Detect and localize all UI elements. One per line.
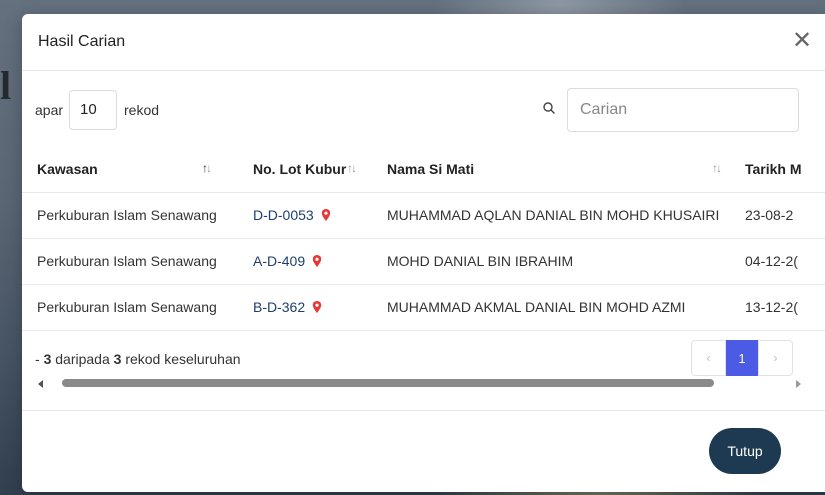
scroll-right-arrow-icon[interactable] [796,380,801,388]
search-results-modal: Hasil Carian ✕ apar 10 rekod Carian Kawa… [22,14,825,492]
cell-tarikh: 13-12-2( [742,284,825,331]
sort-icon: ↑↓ [712,161,722,175]
search-input[interactable]: Carian [567,88,799,132]
page-button-current[interactable]: 1 [726,340,758,376]
tutup-button[interactable]: Tutup [709,428,781,474]
scroll-left-arrow-icon[interactable] [38,380,43,388]
table-controls: apar 10 rekod Carian [22,87,825,133]
next-page-button[interactable]: › [758,340,793,376]
cell-lot[interactable]: B-D-362 [250,284,384,331]
page-length-input[interactable]: 10 [69,90,117,130]
scrollbar-thumb[interactable] [62,379,714,387]
table-row[interactable]: Perkuburan Islam Senawang B-D-362 MUHAMM… [22,284,825,331]
cell-tarikh: 04-12-2( [742,238,825,285]
horizontal-scrollbar[interactable] [35,377,805,389]
lot-number-link[interactable]: B-D-362 [253,299,305,315]
lot-number-link[interactable]: A-D-409 [253,253,305,269]
sort-icon: ↑↓ [202,161,212,175]
results-table: Kawasan ↑↓ No. Lot Kubur ↑↓ Nama Si Mati… [22,147,825,331]
cell-kawasan: Perkuburan Islam Senawang [22,192,250,239]
column-header-label: Tarikh M [745,161,802,178]
location-pin-icon[interactable] [321,209,331,221]
previous-page-button[interactable]: ‹ [691,340,726,376]
cell-lot[interactable]: D-D-0053 [250,192,384,239]
info-suffix: rekod keseluruhan [121,351,241,367]
cell-kawasan: Perkuburan Islam Senawang [22,238,250,285]
info-middle: daripada [51,351,114,367]
records-info: - 3 daripada 3 rekod keseluruhan [35,351,241,367]
cell-tarikh: 23-08-2 [742,192,825,239]
column-header-tarikh[interactable]: Tarikh M [742,147,825,193]
cell-nama: MUHAMMAD AKMAL DANIAL BIN MOHD AZMI [384,284,742,331]
cell-kawasan: Perkuburan Islam Senawang [22,284,250,331]
column-header-lot[interactable]: No. Lot Kubur ↑↓ [250,147,384,193]
cell-nama: MOHD DANIAL BIN IBRAHIM [384,238,742,285]
column-header-label: No. Lot Kubur [253,161,347,178]
cell-lot[interactable]: A-D-409 [250,238,384,285]
table-row[interactable]: Perkuburan Islam Senawang D-D-0053 MUHAM… [22,192,825,239]
location-pin-icon[interactable] [312,255,322,267]
length-prefix-label: apar [35,102,64,118]
sort-icon: ↑↓ [347,161,357,175]
table-row[interactable]: Perkuburan Islam Senawang A-D-409 MOHD D… [22,238,825,285]
modal-footer: Tutup [22,410,825,492]
length-suffix-label: rekod [124,102,160,118]
modal-header: Hasil Carian [22,14,825,71]
close-icon[interactable]: ✕ [790,29,814,54]
table-header-row: Kawasan ↑↓ No. Lot Kubur ↑↓ Nama Si Mati… [22,147,825,193]
column-header-kawasan[interactable]: Kawasan ↑↓ [22,147,250,193]
search-icon [543,102,555,114]
location-pin-icon[interactable] [312,301,322,313]
column-header-nama[interactable]: Nama Si Mati ↑↓ [384,147,742,193]
pagination: ‹ 1 › [691,340,793,376]
modal-title: Hasil Carian [38,33,126,50]
column-header-label: Kawasan [37,161,98,178]
lot-number-link[interactable]: D-D-0053 [253,207,314,223]
info-prefix: - [35,351,44,367]
cell-nama: MUHAMMAD AQLAN DANIAL BIN MOHD KHUSAIRI [384,192,742,239]
column-header-label: Nama Si Mati [387,161,475,178]
